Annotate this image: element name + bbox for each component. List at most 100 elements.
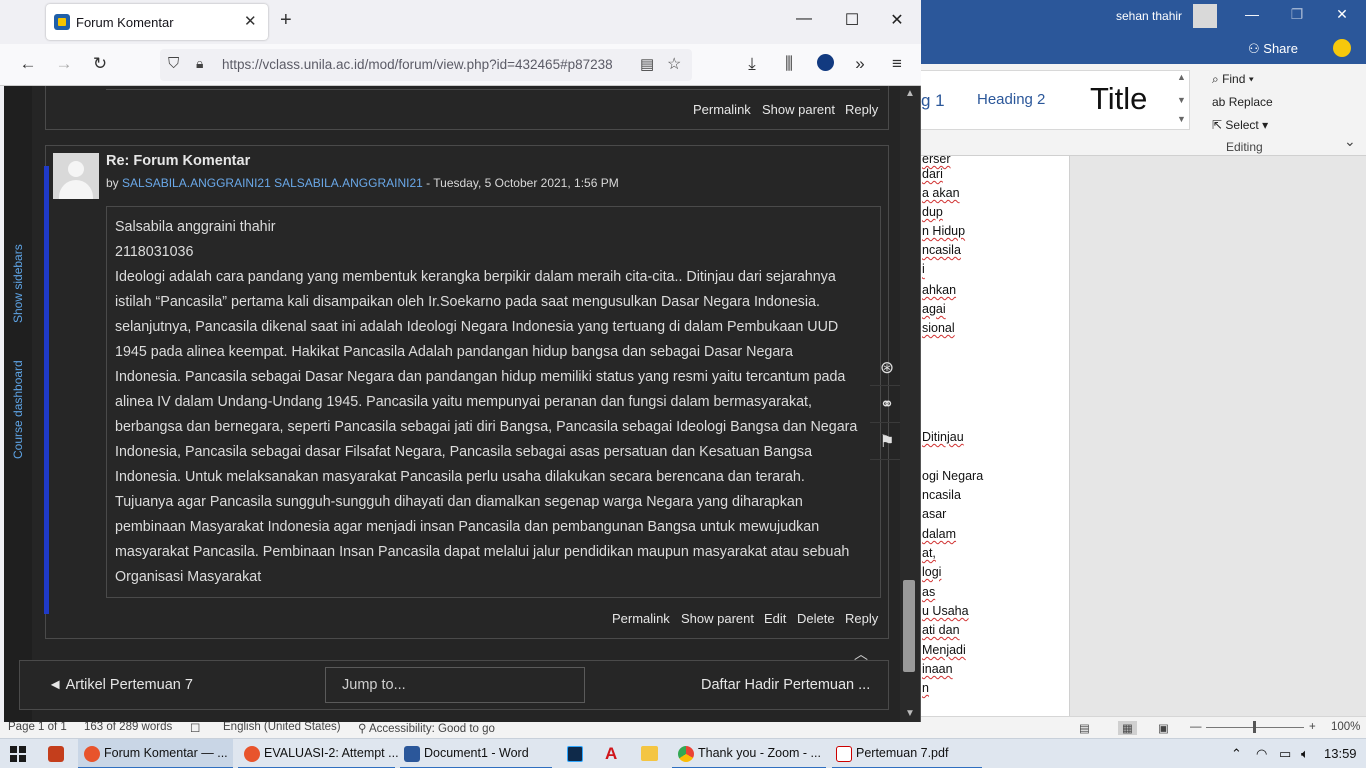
scrollbar-thumb[interactable] bbox=[903, 580, 915, 672]
taskbar-item-evaluasi-label: EVALUASI-2: Attempt ... bbox=[264, 746, 399, 760]
word-user-avatar[interactable] bbox=[1193, 4, 1217, 28]
reply-link[interactable]: Reply bbox=[845, 611, 878, 626]
delete-link[interactable]: Delete bbox=[797, 611, 835, 626]
web-layout-icon[interactable]: ▣ bbox=[1158, 721, 1169, 735]
scroll-up-icon[interactable]: ▲ bbox=[905, 88, 915, 99]
replace-button[interactable]: ab Replace bbox=[1212, 95, 1273, 109]
maximize-icon[interactable]: ☐ bbox=[837, 10, 867, 30]
proofing-icon[interactable]: ☐ bbox=[190, 721, 200, 735]
taskbar-item-pdf[interactable]: Pertemuan 7.pdf bbox=[832, 739, 982, 768]
reload-icon[interactable]: ↻ bbox=[88, 54, 112, 74]
battery-icon[interactable]: ▭ bbox=[1279, 746, 1291, 762]
find-button[interactable]: ⌕ Find ▾ bbox=[1212, 72, 1254, 87]
wifi-icon[interactable]: ◠ bbox=[1256, 746, 1267, 762]
accessibility-label: Accessibility: Good to go bbox=[368, 723, 495, 735]
word-doc-line: inaan bbox=[922, 662, 953, 676]
taskbar-item-zoom-label: Thank you - Zoom - ... bbox=[698, 746, 821, 760]
print-layout-icon[interactable]: ▦ bbox=[1118, 721, 1137, 735]
ribbon-collapse-icon[interactable]: ⌄ bbox=[1344, 133, 1356, 150]
flag-icon[interactable]: ⚑ bbox=[870, 424, 904, 460]
library-icon[interactable]: ⫼ bbox=[777, 54, 801, 74]
course-dashboard-link[interactable]: Course dashboard bbox=[11, 360, 25, 459]
url-text[interactable]: https://vclass.unila.ac.id/mod/forum/vie… bbox=[222, 57, 636, 72]
zoom-slider-thumb[interactable] bbox=[1253, 721, 1256, 733]
link-icon[interactable]: ⚭ bbox=[870, 387, 904, 423]
scroll-down-icon[interactable]: ▼ bbox=[905, 708, 915, 719]
minimize-icon[interactable]: — bbox=[789, 10, 819, 28]
back-icon[interactable]: ← bbox=[16, 54, 40, 74]
next-activity-link[interactable]: Daftar Hadir Pertemuan ... bbox=[701, 677, 870, 693]
url-bar[interactable]: ⛉ 🔒︎ https://vclass.unila.ac.id/mod/foru… bbox=[160, 49, 692, 81]
language-status[interactable]: English (United States) bbox=[223, 721, 341, 733]
word-close-icon[interactable]: ✕ bbox=[1327, 6, 1357, 23]
file-explorer-icon[interactable] bbox=[641, 746, 658, 761]
styles-scroll-down-icon[interactable]: ▼ bbox=[1177, 95, 1186, 105]
show-sidebars-link[interactable]: Show sidebars bbox=[11, 244, 25, 323]
styles-gallery[interactable]: g 1 Heading 2 Title bbox=[920, 70, 1190, 130]
sidebar-strip: Show sidebars Course dashboard bbox=[4, 86, 32, 722]
taskbar-item-word[interactable]: Document1 - Word bbox=[400, 739, 552, 768]
zoom-in-icon[interactable]: + bbox=[1309, 721, 1316, 733]
acrobat-icon[interactable]: A bbox=[605, 744, 617, 764]
avatar[interactable] bbox=[53, 153, 99, 199]
taskbar-item-evaluasi[interactable]: EVALUASI-2: Attempt ... bbox=[238, 739, 399, 768]
tab-forum-komentar[interactable]: Forum Komentar ✕ bbox=[46, 4, 268, 40]
system-clock[interactable]: 13:59 bbox=[1324, 746, 1357, 761]
download-icon[interactable]: ⤓ bbox=[740, 54, 764, 74]
reader-view-icon[interactable]: ▤ bbox=[640, 55, 654, 73]
style-heading-2[interactable]: Heading 2 bbox=[977, 91, 1045, 108]
word-doc-line: erser bbox=[922, 152, 951, 166]
lock-icon[interactable]: 🔒︎ bbox=[196, 55, 203, 72]
profile-extension-icon[interactable] bbox=[813, 54, 837, 76]
select-label: Select bbox=[1225, 118, 1259, 132]
accessibility-status[interactable]: ⚲ Accessibility: Good to go bbox=[358, 721, 495, 735]
new-tab-icon[interactable]: + bbox=[280, 9, 292, 32]
jump-to-select[interactable]: Jump to... bbox=[325, 667, 585, 703]
shield-icon[interactable]: ⛉ bbox=[168, 55, 179, 72]
lifebuoy-icon[interactable]: ⊛ bbox=[870, 350, 904, 386]
taskbar-item-forum[interactable]: Forum Komentar — ... bbox=[78, 739, 233, 768]
word-minimize-icon[interactable]: — bbox=[1237, 6, 1267, 22]
tab-close-icon[interactable]: ✕ bbox=[244, 12, 257, 30]
zoom-out-icon[interactable]: — bbox=[1190, 721, 1202, 733]
forward-icon[interactable]: → bbox=[52, 54, 76, 74]
word-user-name[interactable]: sehan thahir bbox=[1116, 9, 1182, 23]
post-text-line: Tujuanya agar Pancasila sungguh-sungguh … bbox=[115, 494, 803, 510]
post-text-line: pembinaan Masyarakat Indonesia agar menj… bbox=[115, 519, 820, 535]
edit-link[interactable]: Edit bbox=[764, 611, 786, 626]
photoshop-icon[interactable] bbox=[567, 746, 583, 762]
prev-show-parent-link[interactable]: Show parent bbox=[762, 102, 835, 117]
word-restore-icon[interactable]: ❐ bbox=[1282, 6, 1312, 23]
style-heading-1[interactable]: g 1 bbox=[921, 91, 945, 111]
more-tools-icon[interactable]: » bbox=[848, 54, 872, 74]
find-label: Find bbox=[1222, 72, 1246, 86]
tray-overflow-icon[interactable]: ⌃ bbox=[1231, 746, 1242, 762]
powerpoint-icon[interactable] bbox=[48, 746, 64, 762]
volume-icon[interactable]: 🔈︎ bbox=[1301, 746, 1309, 762]
word-doc-line: dup bbox=[922, 205, 943, 219]
post-author-link[interactable]: SALSABILA.ANGGRAINI21 SALSABILA.ANGGRAIN… bbox=[122, 176, 423, 190]
taskbar-item-zoom[interactable]: Thank you - Zoom - ... bbox=[672, 739, 826, 768]
select-button[interactable]: ⇱ Select ▾ bbox=[1212, 118, 1268, 132]
hamburger-menu-icon[interactable]: ≡ bbox=[885, 54, 909, 74]
styles-more-icon[interactable]: ▼ bbox=[1177, 114, 1186, 124]
taskbar-item-word-label: Document1 - Word bbox=[424, 746, 529, 760]
read-mode-icon[interactable]: ▤ bbox=[1079, 721, 1090, 735]
styles-scroll-up-icon[interactable]: ▲ bbox=[1177, 72, 1186, 82]
previous-activity-link[interactable]: ◄ Artikel Pertemuan 7 bbox=[48, 677, 193, 693]
show-parent-link[interactable]: Show parent bbox=[681, 611, 754, 626]
prev-permalink-link[interactable]: Permalink bbox=[693, 102, 751, 117]
page-count[interactable]: Page 1 of 1 bbox=[8, 721, 67, 733]
smiley-feedback-icon[interactable] bbox=[1333, 39, 1351, 57]
word-share-button[interactable]: ⚇ Share bbox=[1248, 41, 1298, 57]
unread-indicator bbox=[44, 166, 49, 614]
permalink-link[interactable]: Permalink bbox=[612, 611, 670, 626]
prev-reply-link[interactable]: Reply bbox=[845, 102, 878, 117]
windows-start-icon[interactable] bbox=[10, 746, 26, 762]
bookmark-star-icon[interactable]: ☆ bbox=[667, 54, 681, 74]
word-doc-line: ati dan bbox=[922, 623, 960, 637]
close-window-icon[interactable]: ✕ bbox=[882, 10, 912, 30]
style-title[interactable]: Title bbox=[1090, 81, 1147, 117]
zoom-level[interactable]: 100% bbox=[1331, 721, 1360, 733]
word-count[interactable]: 163 of 289 words bbox=[84, 721, 172, 733]
